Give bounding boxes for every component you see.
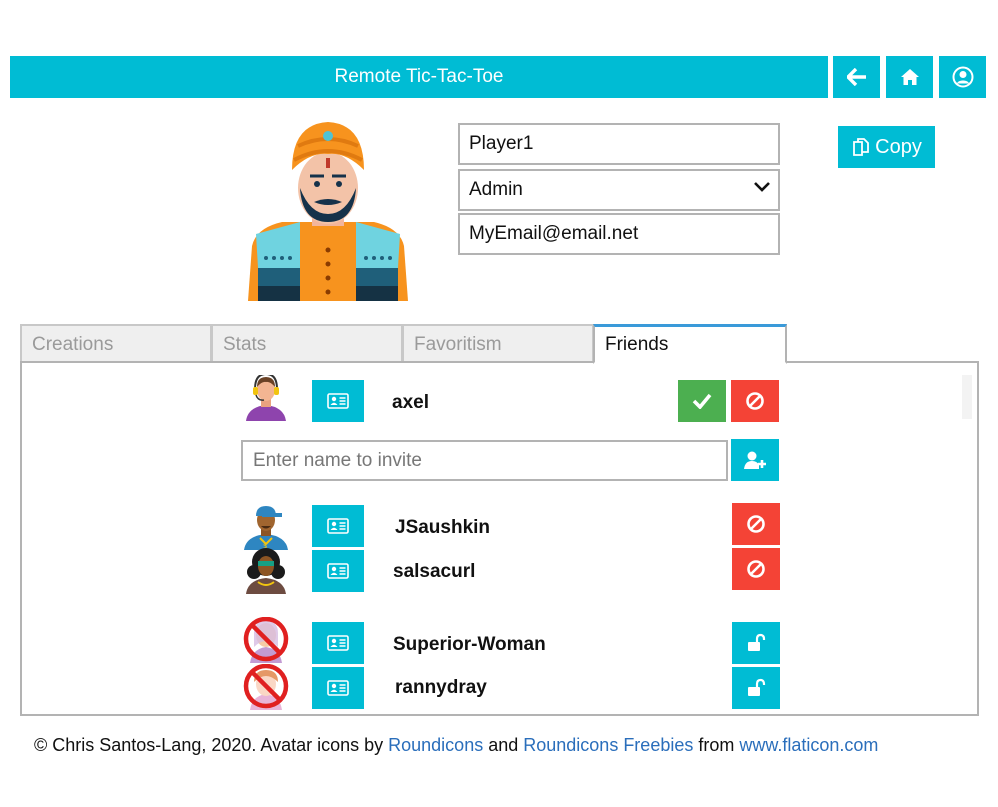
unblock-button[interactable] (732, 622, 780, 664)
friend-name: salsacurl (393, 561, 476, 582)
flaticon-link[interactable]: www.flaticon.com (739, 735, 878, 755)
invite-button[interactable] (731, 439, 779, 481)
ban-icon (747, 560, 765, 578)
curly-woman-avatar (246, 548, 286, 594)
player-name-field[interactable]: Player1 (458, 123, 780, 165)
copy-button[interactable]: Copy (838, 126, 935, 168)
headset-avatar (246, 375, 286, 421)
tab-creations[interactable]: Creations (20, 324, 212, 362)
blocked-user-name: rannydray (395, 677, 487, 698)
tab-label: Favoritism (414, 334, 502, 355)
tab-favoritism[interactable]: Favoritism (402, 324, 594, 362)
unblock-button[interactable] (732, 667, 780, 709)
email-value: MyEmail@email.net (469, 223, 639, 244)
unlock-icon (748, 678, 766, 696)
roundicons-freebies-link[interactable]: Roundicons Freebies (523, 735, 693, 755)
account-button[interactable] (939, 56, 986, 98)
check-icon (692, 393, 712, 409)
footer-credits: © Chris Santos-Lang, 2020. Avatar icons … (34, 735, 878, 756)
profile-card-button[interactable] (312, 622, 364, 664)
tab-label: Friends (605, 334, 669, 355)
id-card-icon (327, 635, 349, 651)
unlock-icon (748, 633, 766, 651)
email-field[interactable]: MyEmail@email.net (458, 213, 780, 255)
block-button[interactable] (732, 503, 780, 545)
blocked-avatar (243, 664, 289, 710)
id-card-icon (327, 393, 349, 409)
id-card-icon (327, 563, 349, 579)
id-card-icon (327, 518, 349, 534)
scrollbar[interactable] (962, 375, 972, 419)
cap-man-avatar: $ (244, 506, 288, 550)
block-button[interactable] (731, 380, 779, 422)
arrow-left-icon (846, 68, 866, 86)
copy-icon (853, 138, 870, 156)
id-card-icon (327, 680, 349, 696)
ban-icon (746, 392, 764, 410)
copy-label: Copy (875, 135, 922, 158)
profile-card-button[interactable] (312, 667, 364, 709)
ban-icon (747, 515, 765, 533)
role-select[interactable]: Admin (458, 169, 780, 211)
block-button[interactable] (732, 548, 780, 590)
tab-stats[interactable]: Stats (211, 324, 403, 362)
add-user-icon (744, 451, 766, 469)
tab-label: Creations (32, 334, 114, 355)
profile-card-button[interactable] (312, 380, 364, 422)
tab-label: Stats (223, 334, 267, 355)
back-button[interactable] (833, 56, 880, 98)
player-name-value: Player1 (469, 133, 534, 154)
blocked-avatar (243, 617, 289, 663)
accept-button[interactable] (678, 380, 726, 422)
profile-card-button[interactable] (312, 550, 364, 592)
footer-text: from (693, 735, 740, 755)
app-title: Remote Tic-Tac-Toe (334, 66, 504, 87)
footer-text: and (483, 735, 524, 755)
friends-panel (20, 361, 979, 716)
friend-name: axel (392, 392, 429, 413)
app-title-bar: Remote Tic-Tac-Toe (10, 56, 828, 98)
blocked-user-name: Superior-Woman (393, 634, 546, 655)
home-icon (900, 69, 919, 85)
role-select-value: Admin (469, 179, 523, 200)
roundicons-link[interactable]: Roundicons (388, 735, 483, 755)
friend-name: JSaushkin (395, 517, 491, 538)
home-button[interactable] (886, 56, 933, 98)
profile-card-button[interactable] (312, 505, 364, 547)
tab-friends[interactable]: Friends (593, 324, 787, 364)
user-circle-icon (952, 66, 973, 88)
turban-man-avatar (248, 122, 408, 301)
footer-text: © Chris Santos-Lang, 2020. Avatar icons … (34, 735, 389, 755)
invite-name-input[interactable] (241, 440, 728, 481)
